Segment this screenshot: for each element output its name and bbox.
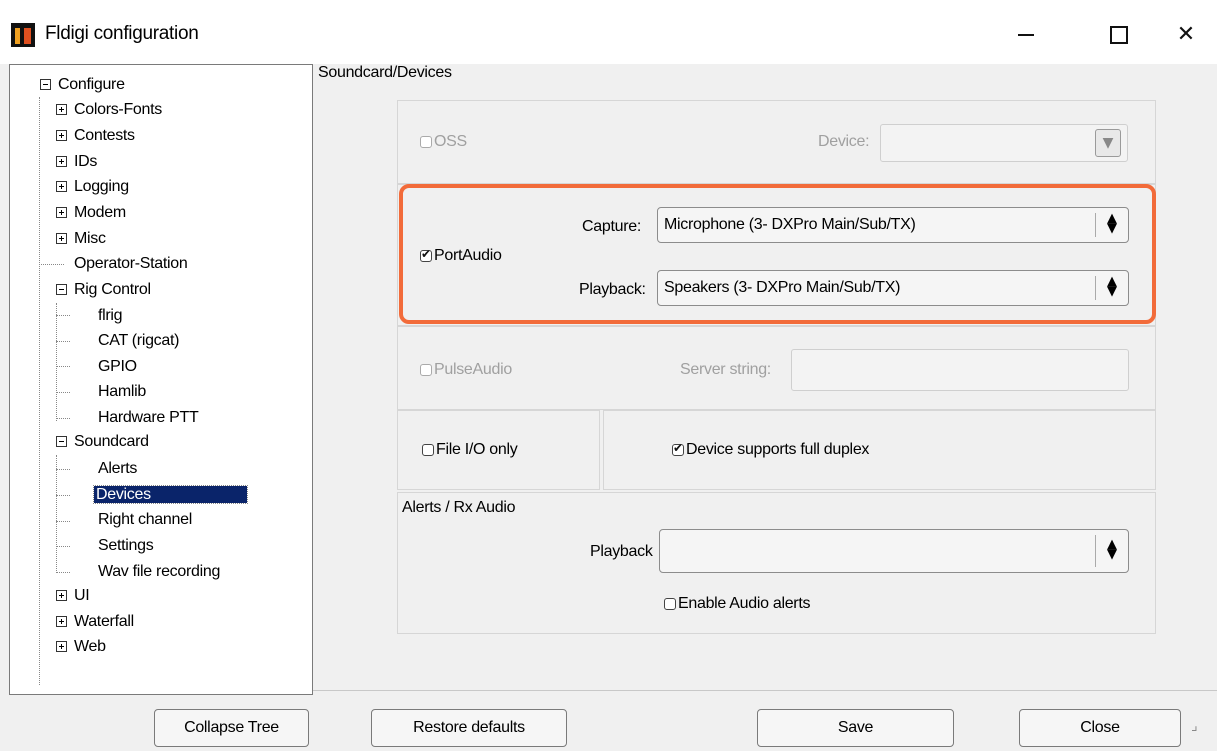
tree-item-right-channel[interactable]: Right channel xyxy=(96,508,194,532)
tree-item-contests[interactable]: Contests xyxy=(56,124,137,148)
tree-item-flrig[interactable]: flrig xyxy=(96,304,124,328)
tree-item-waterfall[interactable]: Waterfall xyxy=(56,610,136,634)
close-button[interactable]: Close xyxy=(1019,709,1181,747)
dropdown-arrow-icon[interactable]: ▼ xyxy=(1095,129,1121,157)
tree-item-gpio[interactable]: GPIO xyxy=(96,355,139,379)
close-icon: ✕ xyxy=(1176,21,1196,46)
tree-item-ui[interactable]: UI xyxy=(56,584,91,608)
tree-item-modem[interactable]: Modem xyxy=(56,201,128,225)
tree-item-colors-fonts[interactable]: Colors-Fonts xyxy=(56,98,164,122)
expand-icon[interactable] xyxy=(56,156,67,167)
config-tree[interactable]: Configure Colors-Fonts Contests IDs Logg… xyxy=(9,64,313,695)
expand-icon[interactable] xyxy=(56,104,67,115)
server-string-input[interactable] xyxy=(791,349,1129,391)
tree-item-misc[interactable]: Misc xyxy=(56,227,108,251)
resize-grip-icon[interactable]: ⌟ xyxy=(1191,718,1211,734)
close-window-button[interactable]: ✕ xyxy=(1163,14,1209,54)
app-icon xyxy=(11,23,35,47)
collapse-icon[interactable] xyxy=(56,284,67,295)
expand-icon[interactable] xyxy=(56,233,67,244)
tree-item-operator-station[interactable]: Operator-Station xyxy=(72,252,189,276)
fileio-group: File I/O only xyxy=(397,410,600,490)
window-title: Fldigi configuration xyxy=(45,23,199,44)
restore-defaults-button[interactable]: Restore defaults xyxy=(371,709,567,747)
minimize-icon xyxy=(1018,34,1034,37)
alerts-playback-label: Playback xyxy=(590,543,653,560)
tree-item-wav-file-recording[interactable]: Wav file recording xyxy=(96,560,222,584)
divider xyxy=(313,690,1217,691)
maximize-icon xyxy=(1110,25,1128,44)
tree-item-configure[interactable]: Configure xyxy=(40,73,127,97)
collapse-tree-button[interactable]: Collapse Tree xyxy=(154,709,309,747)
file-io-only-checkbox[interactable]: File I/O only xyxy=(422,441,518,459)
section-title: Soundcard/Devices xyxy=(318,64,452,81)
save-button[interactable]: Save xyxy=(757,709,954,747)
expand-icon[interactable] xyxy=(56,616,67,627)
alerts-group-title: Alerts / Rx Audio xyxy=(402,499,516,516)
oss-device-label: Device: xyxy=(818,133,870,150)
server-string-label: Server string: xyxy=(680,361,771,378)
expand-icon[interactable] xyxy=(56,130,67,141)
title-bar: Fldigi configuration ✕ xyxy=(0,0,1217,64)
oss-checkbox[interactable]: OSS xyxy=(420,133,467,151)
pulseaudio-checkbox[interactable]: PulseAudio xyxy=(420,361,512,379)
pulseaudio-group: PulseAudio Server string: xyxy=(397,326,1156,410)
oss-group: OSS Device: ▼ xyxy=(397,100,1156,184)
tree-item-cat-rigcat[interactable]: CAT (rigcat) xyxy=(96,329,181,353)
tree-item-alerts[interactable]: Alerts xyxy=(96,457,139,481)
maximize-button[interactable] xyxy=(1096,14,1142,54)
tree-item-settings[interactable]: Settings xyxy=(96,534,155,558)
highlight-box xyxy=(399,184,1156,324)
collapse-icon[interactable] xyxy=(40,79,51,90)
expand-icon[interactable] xyxy=(56,207,67,218)
tree-item-ids[interactable]: IDs xyxy=(56,150,99,174)
tree-item-hardware-ptt[interactable]: Hardware PTT xyxy=(96,406,200,430)
enable-audio-alerts-checkbox[interactable]: Enable Audio alerts xyxy=(664,595,810,613)
tree-item-web[interactable]: Web xyxy=(56,635,108,659)
collapse-icon[interactable] xyxy=(56,436,67,447)
tree-item-rig-control[interactable]: Rig Control xyxy=(56,278,153,302)
expand-icon[interactable] xyxy=(56,181,67,192)
duplex-group: Device supports full duplex xyxy=(603,410,1156,490)
alerts-playback-select[interactable]: ▲ ▼ xyxy=(659,529,1129,573)
tree-item-hamlib[interactable]: Hamlib xyxy=(96,380,148,404)
oss-device-select[interactable]: ▼ xyxy=(880,124,1128,162)
alerts-group: Alerts / Rx Audio Playback ▲ ▼ Enable Aud… xyxy=(397,492,1156,634)
tree-item-devices[interactable]: Devices xyxy=(93,483,248,507)
checkmark-icon xyxy=(672,441,684,456)
tree-item-soundcard[interactable]: Soundcard xyxy=(56,430,151,454)
tree-item-logging[interactable]: Logging xyxy=(56,175,131,199)
minimize-button[interactable] xyxy=(1003,14,1049,54)
expand-icon[interactable] xyxy=(56,590,67,601)
full-duplex-checkbox[interactable]: Device supports full duplex xyxy=(672,441,869,459)
expand-icon[interactable] xyxy=(56,641,67,652)
updown-arrows-icon: ▲ ▼ xyxy=(1107,537,1117,562)
